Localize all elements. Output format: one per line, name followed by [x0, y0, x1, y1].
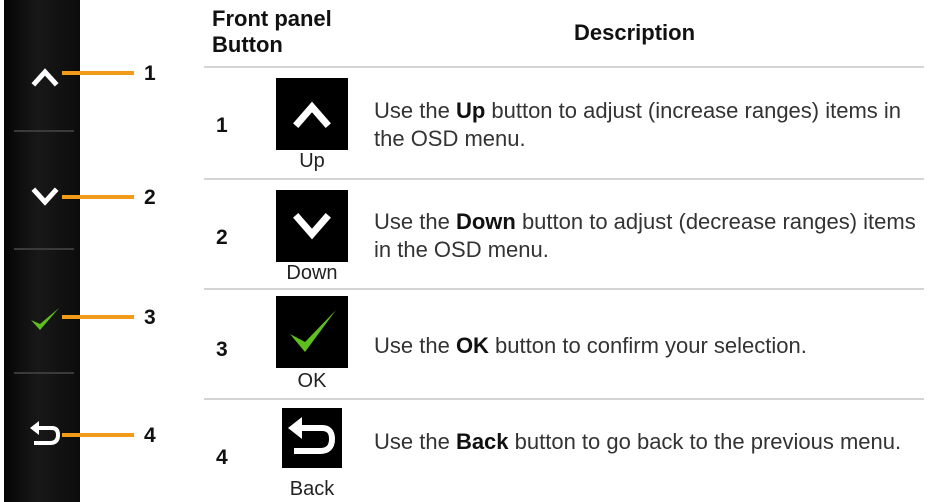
row-description: Use the Up button to adjust (increase ra… [374, 98, 902, 151]
callout-leader [62, 433, 134, 437]
row-divider [204, 288, 924, 290]
row-divider [204, 398, 924, 400]
panel-divider [14, 248, 74, 250]
callout-number: 4 [144, 424, 156, 447]
callout-number: 3 [144, 306, 156, 329]
checkmark-icon [276, 296, 348, 368]
callout-leader [62, 71, 134, 75]
back-arrow-icon [282, 408, 342, 468]
down-arrow-icon[interactable] [28, 180, 62, 214]
front-panel-strip [4, 0, 80, 502]
row-description: Use the Down button to adjust (decrease … [374, 209, 916, 262]
button-label: Up [299, 150, 325, 172]
row-number: 2 [216, 226, 228, 249]
button-label: Down [286, 262, 338, 284]
callout-leader [62, 195, 134, 199]
row-divider [204, 178, 924, 180]
row-number: 4 [216, 446, 228, 469]
row-divider [204, 66, 924, 68]
panel-divider [14, 130, 74, 132]
up-arrow-icon[interactable] [28, 60, 62, 94]
row-description: Use the Back button to go back to the pr… [374, 429, 902, 454]
callout-number: 1 [144, 62, 156, 85]
callout-leader [62, 315, 134, 319]
down-arrow-icon [276, 190, 348, 262]
checkmark-icon[interactable] [28, 302, 62, 336]
row-number: 1 [216, 114, 228, 137]
row-number: 3 [216, 338, 228, 361]
column-header-button: Front panel Button [212, 6, 332, 57]
row-description: Use the OK button to confirm your select… [374, 333, 807, 358]
back-arrow-icon[interactable] [28, 418, 62, 452]
panel-divider [14, 372, 74, 374]
column-header-description: Description [574, 20, 696, 45]
button-label: Back [289, 478, 335, 500]
button-label: OK [297, 370, 327, 392]
up-arrow-icon [276, 78, 348, 150]
callout-number: 2 [144, 186, 156, 209]
